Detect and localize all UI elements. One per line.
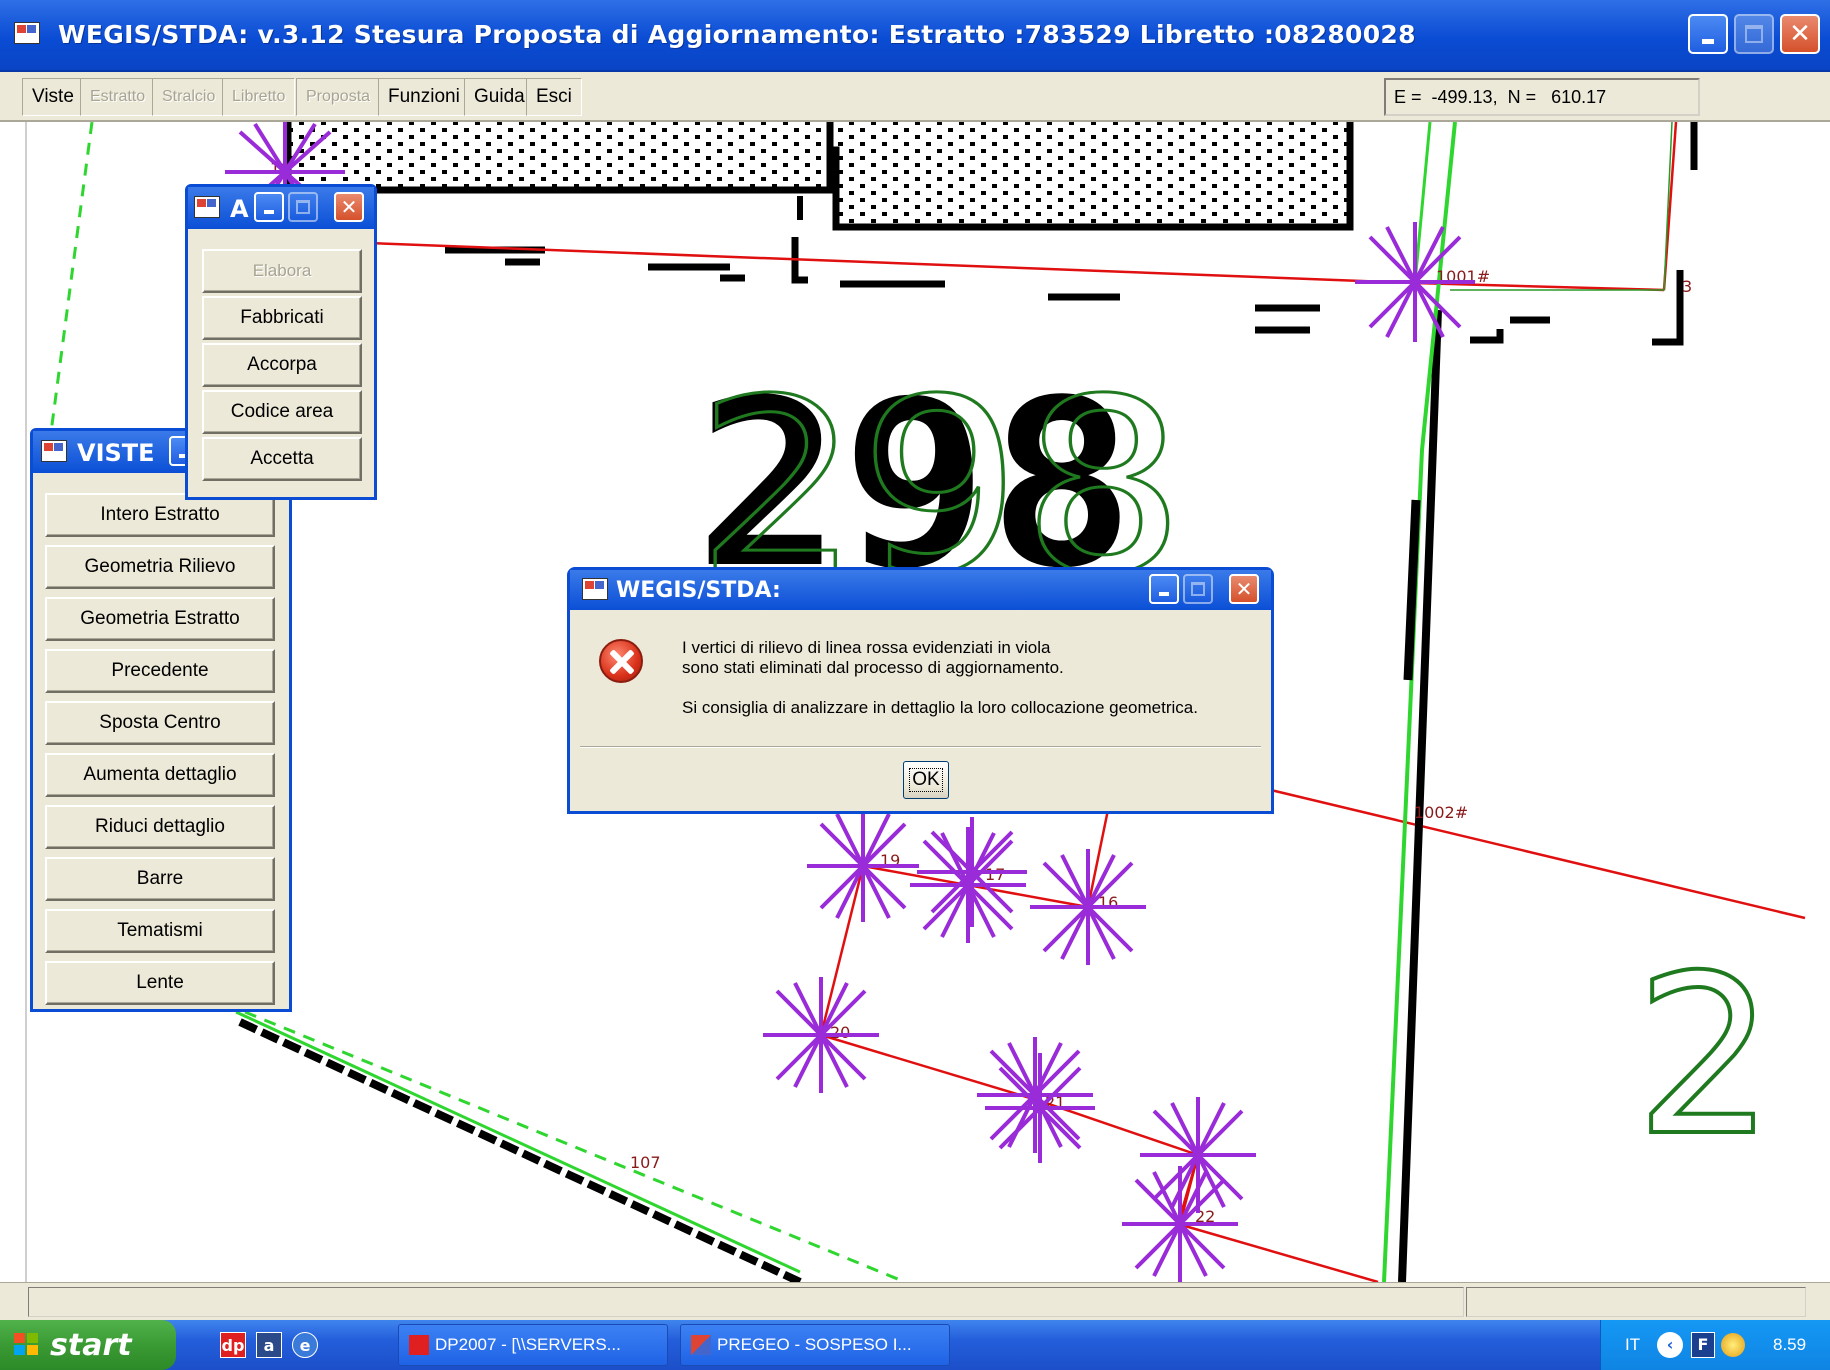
sposta-centro-button[interactable]: Sposta Centro [45, 701, 275, 745]
coordinate-readout: E = -499.13, N = 610.17 [1384, 78, 1700, 116]
menu-guida[interactable]: Guida [464, 78, 535, 116]
clock: 8.59 [1773, 1335, 1807, 1354]
taskbar: start dp a e DP2007 - [\\SERVERS... PREG… [0, 1320, 1830, 1370]
elabora-button: Elabora [202, 249, 362, 293]
a-title: A [230, 195, 249, 223]
maximize-icon [1745, 25, 1763, 43]
svg-text:107: 107 [630, 1153, 661, 1172]
building-hatch [284, 122, 1354, 231]
minimize-icon [264, 210, 274, 214]
status-pane-main [28, 1287, 1464, 1317]
task-pregeo-label: PREGEO - SOSPESO I... [717, 1335, 912, 1354]
message-line-1: I vertici di rilievo di linea rossa evid… [682, 638, 1051, 657]
a-app-icon [194, 196, 220, 218]
ok-button[interactable]: OK [903, 761, 949, 799]
parcel-number-right: 2 [1635, 928, 1775, 1184]
window-controls: ✕ [1688, 14, 1820, 54]
dp-app-icon [409, 1335, 429, 1355]
accetta-button[interactable]: Accetta [202, 437, 362, 481]
task-dp2007-label: DP2007 - [\\SERVERS... [435, 1335, 621, 1354]
close-icon: ✕ [1235, 577, 1253, 601]
a-close-button[interactable]: ✕ [334, 192, 364, 222]
geometria-estratto-button[interactable]: Geometria Estratto [45, 597, 275, 641]
app-icon [14, 22, 40, 44]
task-dp2007[interactable]: DP2007 - [\\SERVERS... [398, 1324, 668, 1366]
chevron-left-icon[interactable]: ‹ [1657, 1332, 1683, 1358]
minimize-button[interactable] [1688, 14, 1728, 54]
menu-estratto: Estratto [80, 78, 156, 116]
dialog-title: WEGIS/STDA: [616, 578, 781, 603]
lente-button[interactable]: Lente [45, 961, 275, 1005]
status-bar [0, 1282, 1830, 1320]
language-indicator[interactable]: IT [1625, 1335, 1640, 1355]
barre-button[interactable]: Barre [45, 857, 275, 901]
menu-funzioni[interactable]: Funzioni [378, 78, 470, 116]
accorpa-button[interactable]: Accorpa [202, 343, 362, 387]
dialog-close-button[interactable]: ✕ [1229, 574, 1259, 604]
close-icon: ✕ [1789, 19, 1811, 49]
svg-text:3: 3 [1682, 277, 1692, 296]
close-icon: ✕ [340, 195, 358, 219]
task-pregeo[interactable]: PREGEO - SOSPESO I... [680, 1324, 950, 1366]
dp-quicklaunch-icon[interactable]: dp [220, 1332, 246, 1358]
menu-libretto: Libretto [222, 78, 296, 116]
screen: WEGIS/STDA: v.3.12 Stesura Proposta di A… [0, 0, 1830, 1370]
close-button[interactable]: ✕ [1780, 14, 1820, 54]
fabbricati-button[interactable]: Fabbricati [202, 296, 362, 340]
dialog-message: I vertici di rilievo di linea rossa evid… [682, 638, 1198, 718]
precedente-button[interactable]: Precedente [45, 649, 275, 693]
minimize-icon [1702, 38, 1714, 44]
menu-bar: Viste Estratto Stralcio Libretto Propost… [0, 72, 1830, 122]
a-titlebar[interactable]: A ✕ [188, 187, 374, 229]
dialog-minimize-button[interactable] [1149, 574, 1179, 604]
viste-window: VISTE Intero Estratto Geometria Rilievo … [30, 428, 292, 1012]
f-tray-icon[interactable]: F [1691, 1332, 1715, 1358]
message-line-2: sono stati eliminati dal processo di agg… [682, 658, 1064, 677]
window-title: WEGIS/STDA: v.3.12 Stesura Proposta di A… [58, 20, 1416, 49]
status-pane-right [1466, 1287, 1806, 1317]
dialog-titlebar[interactable]: WEGIS/STDA: ✕ [570, 570, 1271, 610]
svg-text:17: 17 [985, 865, 1005, 884]
minimize-icon [1159, 592, 1169, 596]
maximize-icon [296, 200, 310, 214]
menu-viste[interactable]: Viste [22, 78, 84, 116]
ok-label: OK [909, 768, 943, 792]
riduci-dettaglio-button[interactable]: Riduci dettaglio [45, 805, 275, 849]
viste-title: VISTE [77, 439, 155, 467]
browser-quicklaunch-icon[interactable]: e [292, 1332, 318, 1358]
a-tools-window: A ✕ Elabora Fabbricati Accorpa Codice ar… [185, 184, 377, 500]
tray-app-icon[interactable] [1721, 1333, 1745, 1357]
aumenta-dettaglio-button[interactable]: Aumenta dettaglio [45, 753, 275, 797]
title-bar[interactable]: WEGIS/STDA: v.3.12 Stesura Proposta di A… [0, 0, 1830, 72]
maximize-button [1734, 14, 1774, 54]
codice-area-button[interactable]: Codice area [202, 390, 362, 434]
error-dialog: WEGIS/STDA: ✕ I vertici di rilievo di li… [567, 567, 1274, 814]
message-line-3: Si consiglia di analizzare in dettaglio … [682, 698, 1198, 717]
dialog-app-icon [582, 578, 608, 600]
pregeo-app-icon [691, 1335, 711, 1355]
a-maximize-button [288, 192, 318, 222]
start-button[interactable]: start [0, 1320, 176, 1370]
dialog-separator [580, 746, 1261, 748]
start-label: start [50, 1327, 132, 1363]
maximize-icon [1191, 582, 1205, 596]
dialog-maximize-button [1183, 574, 1213, 604]
geometria-rilievo-button[interactable]: Geometria Rilievo [45, 545, 275, 589]
svg-text:1002#: 1002# [1414, 803, 1468, 822]
menu-proposta: Proposta [296, 78, 381, 116]
svg-text:20: 20 [830, 1023, 850, 1042]
menu-stralcio: Stralcio [152, 78, 226, 116]
error-icon [599, 639, 643, 683]
tematismi-button[interactable]: Tematismi [45, 909, 275, 953]
system-tray: IT ‹ F 8.59 [1600, 1320, 1830, 1370]
a-minimize-button[interactable] [254, 192, 284, 222]
windows-logo-icon [14, 1333, 40, 1357]
menu-esci[interactable]: Esci [526, 78, 582, 116]
a-quicklaunch-icon[interactable]: a [256, 1332, 282, 1358]
viste-app-icon [41, 440, 67, 462]
